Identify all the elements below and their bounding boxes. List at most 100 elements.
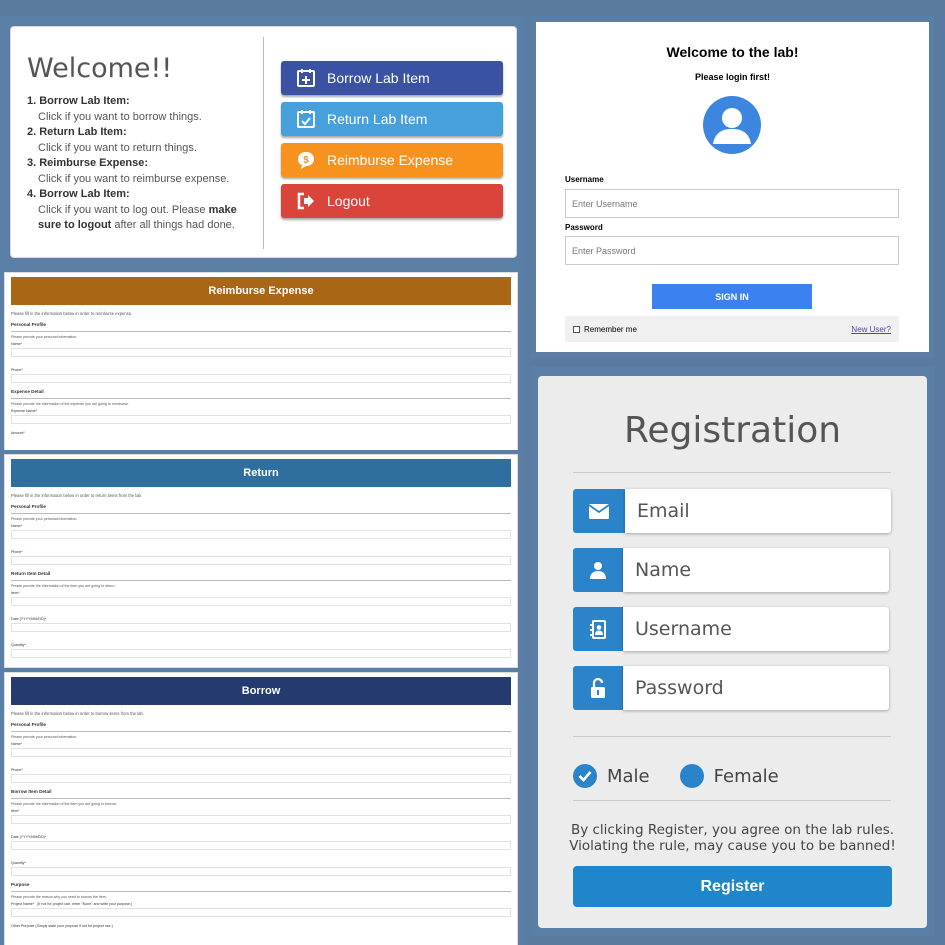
button-label: Logout xyxy=(327,193,370,209)
project-name-input[interactable] xyxy=(11,908,511,917)
gender-selector: Male Female xyxy=(573,764,809,788)
envelope-icon xyxy=(573,489,625,533)
list-item: 3. Reimburse Expense: Click if you want … xyxy=(27,156,257,187)
instruction-desc: Click if you want to reimburse expense. xyxy=(38,172,230,185)
username-input[interactable]: Username xyxy=(623,607,889,651)
avatar-icon xyxy=(703,96,761,154)
phone-input[interactable] xyxy=(11,374,511,383)
quantity-input[interactable] xyxy=(11,649,511,658)
money-icon: $ xyxy=(295,149,317,171)
borrow-form-panel: Borrow Please fill in the information be… xyxy=(0,668,526,945)
welcome-panel: Welcome!! 1. Borrow Lab Item: Click if y… xyxy=(0,16,526,268)
field-label: Date (YYYY/MM/DD)* xyxy=(11,835,47,839)
list-item: 2. Return Lab Item: Click if you want to… xyxy=(27,125,257,156)
section-desc: Please provide your personal information… xyxy=(11,517,78,521)
female-label: Female xyxy=(713,765,779,787)
username-field-row: Username xyxy=(573,607,889,651)
date-input[interactable] xyxy=(11,841,511,850)
sign-in-button[interactable]: SIGN IN xyxy=(652,284,812,309)
reimburse-form: Reimburse Expense Please fill in the inf… xyxy=(4,272,518,450)
desc-part: Click if you want to log out. Please xyxy=(38,203,209,216)
instruction-heading: 2. Return Lab Item: xyxy=(27,126,127,138)
login-footer: Remember me New User? xyxy=(565,316,899,342)
field-label: Amount* xyxy=(11,431,25,435)
registration-title: Registration xyxy=(623,410,842,451)
register-button[interactable]: Register xyxy=(573,866,892,907)
label-text: Phone xyxy=(11,368,22,372)
contact-book-icon xyxy=(573,607,623,651)
logout-button[interactable]: Logout xyxy=(281,184,503,218)
name-input[interactable] xyxy=(11,748,511,757)
field-label: Other Purpose (Simply state your purpose… xyxy=(11,924,113,928)
logout-icon xyxy=(295,190,317,212)
divider xyxy=(573,472,891,473)
divider xyxy=(573,800,891,801)
field-hint: (If not for project use, enter "None" an… xyxy=(37,902,133,906)
quantity-input[interactable] xyxy=(11,867,511,876)
button-label: Reimburse Expense xyxy=(327,152,454,168)
field-label: Phone* xyxy=(11,368,23,372)
date-input[interactable] xyxy=(11,623,511,632)
item-input[interactable] xyxy=(11,815,511,824)
reimburse-form-panel: Reimburse Expense Please fill in the inf… xyxy=(0,268,526,450)
svg-text:$: $ xyxy=(303,155,309,166)
phone-input[interactable] xyxy=(11,774,511,783)
field-label: Date (YYYY/MM/DD)* xyxy=(11,617,47,621)
phone-input[interactable] xyxy=(11,556,511,565)
remember-me[interactable]: Remember me xyxy=(573,325,637,334)
button-label: Return Lab Item xyxy=(327,111,428,127)
label-text: Project Name xyxy=(11,902,33,906)
vertical-divider xyxy=(263,37,264,249)
item-input[interactable] xyxy=(11,597,511,606)
reimburse-expense-button[interactable]: $ Reimburse Expense xyxy=(281,143,503,177)
email-input[interactable]: Email xyxy=(625,489,891,533)
field-label: Phone* xyxy=(11,768,23,772)
label-text: Expense Name xyxy=(11,409,36,413)
section-desc: Please provide your personal information… xyxy=(11,735,78,739)
remember-checkbox[interactable] xyxy=(573,325,580,333)
label-text: Quantity xyxy=(11,643,25,647)
label-text: Name xyxy=(11,742,21,746)
section-desc: Please provide the information of the ex… xyxy=(11,402,129,406)
welcome-title: Welcome!! xyxy=(27,53,173,84)
section-heading: Purpose xyxy=(11,882,511,892)
instruction-desc: Click if you want to log out. Please mak… xyxy=(27,203,257,234)
field-label: Quantity* xyxy=(11,861,26,865)
label-text: Phone xyxy=(11,768,22,772)
username-input[interactable]: Enter Username xyxy=(565,189,899,218)
check-icon[interactable] xyxy=(573,764,597,788)
remember-label: Remember me xyxy=(584,324,637,334)
user-icon xyxy=(573,548,623,592)
return-lab-item-button[interactable]: Return Lab Item xyxy=(281,102,503,136)
expense-name-input[interactable] xyxy=(11,415,511,424)
name-input[interactable] xyxy=(11,348,511,357)
field-label: Project Name* (If not for project use, e… xyxy=(11,902,133,906)
password-input[interactable]: Password xyxy=(623,666,889,710)
instruction-heading: 3. Reimburse Expense: xyxy=(27,157,149,169)
instruction-list: 1. Borrow Lab Item: Click if you want to… xyxy=(27,94,257,234)
label-text: Name xyxy=(11,524,21,528)
borrow-form: Borrow Please fill in the information be… xyxy=(4,672,518,945)
name-input[interactable] xyxy=(11,530,511,539)
form-intro: Please fill in the information below in … xyxy=(11,711,144,716)
borrow-header: Borrow xyxy=(11,677,511,705)
login-card: Welcome to the lab! Please login first! … xyxy=(536,22,929,352)
return-header: Return xyxy=(11,459,511,487)
gender-female-option[interactable]: Female xyxy=(679,764,779,788)
field-label: Expense Name* xyxy=(11,409,37,413)
password-input[interactable]: Enter Password xyxy=(565,236,899,265)
field-label: Phone* xyxy=(11,550,23,554)
list-item: 1. Borrow Lab Item: Click if you want to… xyxy=(27,94,257,125)
form-intro: Please fill in the information below in … xyxy=(11,493,143,498)
welcome-card: Welcome!! 1. Borrow Lab Item: Click if y… xyxy=(10,26,517,258)
radio-icon[interactable] xyxy=(679,764,704,788)
password-label: Password xyxy=(565,223,603,232)
field-label: Quantity* xyxy=(11,643,26,647)
borrow-lab-item-button[interactable]: Borrow Lab Item xyxy=(281,61,503,95)
gender-male-option[interactable]: Male xyxy=(573,764,650,788)
name-input[interactable]: Name xyxy=(623,548,889,592)
new-user-link[interactable]: New User? xyxy=(851,325,891,334)
instruction-desc: Click if you want to borrow things. xyxy=(38,110,202,123)
field-label: Item* xyxy=(11,809,20,813)
desc-part: after all things had done. xyxy=(111,219,235,231)
